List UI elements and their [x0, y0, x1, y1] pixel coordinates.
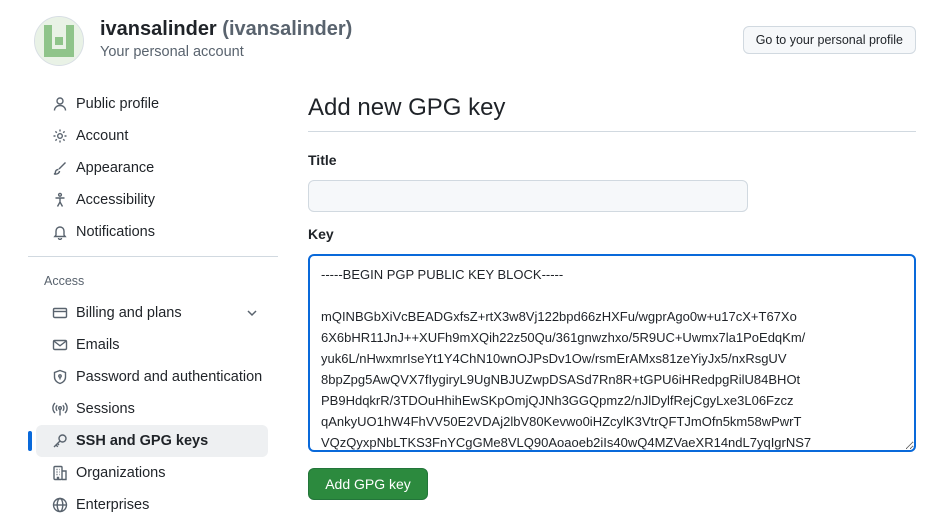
sidebar-item-label: Organizations [76, 465, 166, 481]
account-login: (ivansalinder) [222, 18, 353, 40]
sidebar-item-public-profile[interactable]: Public profile [36, 88, 268, 120]
sidebar-item-billing[interactable]: Billing and plans [36, 297, 268, 329]
organization-icon [52, 465, 68, 481]
paintbrush-icon [52, 160, 68, 176]
person-icon [52, 96, 68, 112]
accessibility-icon [52, 192, 68, 208]
go-to-profile-button[interactable]: Go to your personal profile [742, 26, 916, 54]
sidebar-item-label: Enterprises [76, 497, 150, 513]
key-field-label: Key [308, 226, 334, 242]
broadcast-icon [52, 401, 68, 417]
sidebar-item-notifications[interactable]: Notifications [36, 216, 268, 248]
sidebar-item-label: Account [76, 128, 129, 144]
sidebar-item-label: Emails [76, 337, 120, 353]
account-username: ivansalinder [100, 18, 217, 40]
sidebar-item-account[interactable]: Account [36, 120, 268, 152]
sidebar-item-password[interactable]: Password and authentication [36, 361, 268, 393]
mail-icon [52, 337, 68, 353]
sidebar-item-label: Accessibility [76, 192, 155, 208]
sidebar-item-appearance[interactable]: Appearance [36, 152, 268, 184]
settings-sidebar: Public profile Account Appearance Access… [28, 88, 278, 521]
add-gpg-key-button[interactable]: Add GPG key [308, 468, 428, 500]
key-icon [52, 433, 68, 449]
sidebar-item-label: Public profile [76, 96, 160, 112]
credit-card-icon [52, 305, 68, 321]
sidebar-item-label: Appearance [76, 160, 155, 176]
title-input[interactable] [308, 180, 748, 212]
sidebar-item-label: Sessions [76, 401, 135, 417]
sidebar-item-label: Password and authentication [76, 369, 263, 385]
globe-icon [52, 497, 68, 513]
shield-lock-icon [52, 369, 68, 385]
key-textarea[interactable]: -----BEGIN PGP PUBLIC KEY BLOCK----- mQI… [308, 254, 916, 452]
sidebar-item-emails[interactable]: Emails [36, 329, 268, 361]
sidebar-item-enterprises[interactable]: Enterprises [36, 489, 268, 521]
gpg-key-form: Add new GPG key Title Key -----BEGIN PGP… [308, 88, 916, 500]
sidebar-item-label: Billing and plans [76, 305, 182, 321]
sidebar-group-access: Access [44, 274, 85, 288]
avatar[interactable] [34, 16, 84, 66]
bell-icon [52, 224, 68, 240]
account-name: ivansalinder (ivansalinder) [100, 18, 352, 41]
identicon-icon [35, 17, 83, 65]
sidebar-divider [28, 256, 278, 257]
sidebar-item-organizations[interactable]: Organizations [36, 457, 268, 489]
sidebar-item-label: SSH and GPG keys [76, 433, 209, 449]
sidebar-item-label: Notifications [76, 224, 155, 240]
page-title: Add new GPG key [308, 88, 916, 132]
sidebar-item-sessions[interactable]: Sessions [36, 393, 268, 425]
sidebar-item-accessibility[interactable]: Accessibility [36, 184, 268, 216]
account-header: ivansalinder (ivansalinder) Your persona… [34, 14, 916, 66]
chevron-down-icon[interactable] [244, 305, 260, 321]
title-field-label: Title [308, 152, 337, 168]
gear-icon [52, 128, 68, 144]
account-subtitle: Your personal account [100, 44, 244, 60]
sidebar-item-ssh-gpg-keys[interactable]: SSH and GPG keys [28, 425, 268, 457]
